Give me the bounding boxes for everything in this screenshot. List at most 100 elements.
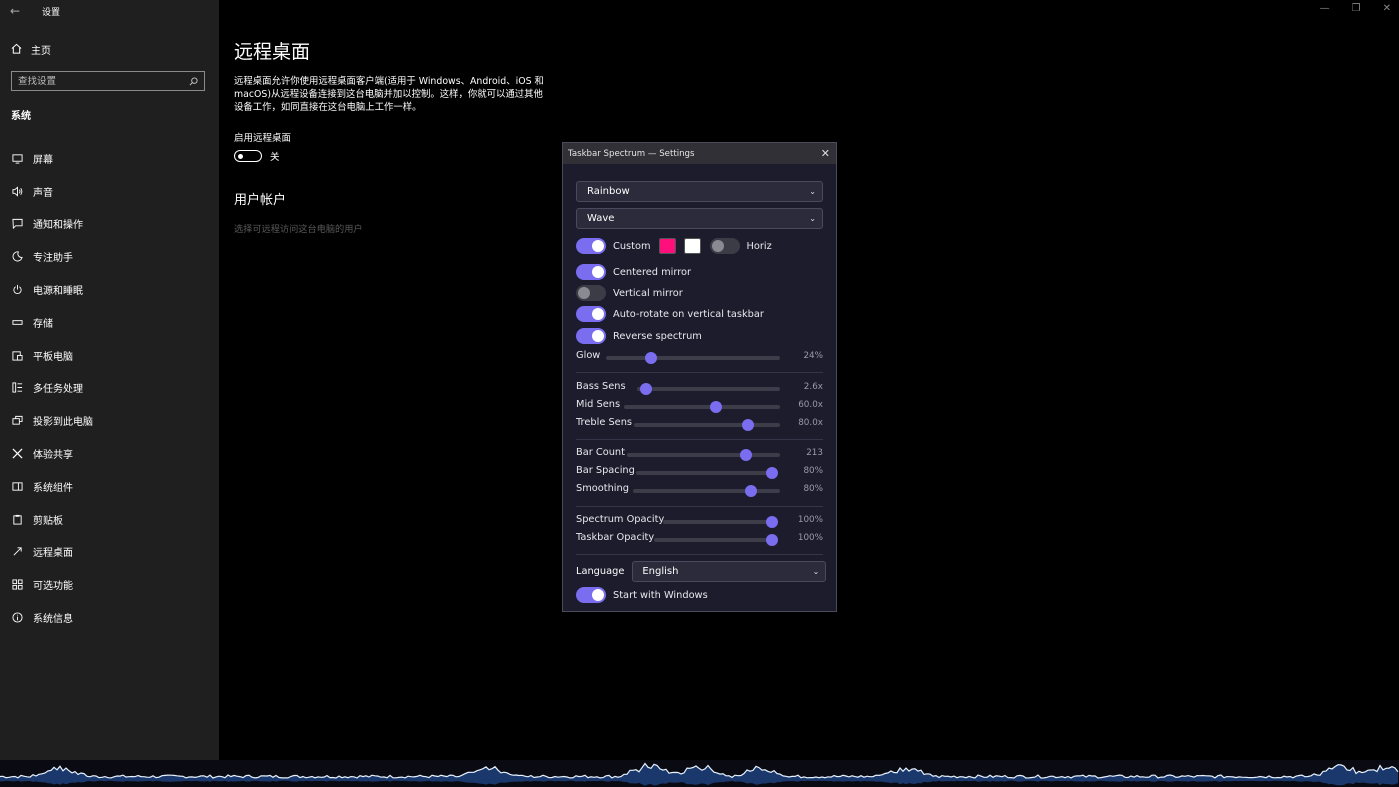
sidebar-item-clipboard[interactable]: 剪贴板 [0,503,219,536]
auto-rotate-toggle[interactable] [576,306,606,322]
slider-label: Treble Sens [576,417,633,428]
sidebar-item-components[interactable]: 系统组件 [0,470,219,503]
search-box[interactable] [11,71,205,91]
search-icon[interactable] [189,76,198,86]
restore-icon[interactable]: ❐ [1352,3,1361,14]
color-scheme-value: Rainbow [587,186,630,197]
window-controls: — ❐ ✕ [1320,3,1391,14]
slider-track[interactable] [663,516,778,528]
speaker-icon [11,185,23,197]
sidebar-item-label: 远程桌面 [33,548,73,560]
slider-track[interactable] [606,352,780,364]
slider-value: 24% [803,351,823,361]
sidebar-item-info[interactable]: 系统信息 [0,601,219,634]
slider-thumb[interactable] [639,383,652,395]
close-window-icon[interactable]: ✕ [1383,3,1391,14]
start-with-windows-toggle[interactable] [576,587,606,603]
slider-value: 80% [803,484,823,494]
slider-track[interactable] [636,467,778,479]
search-input[interactable] [18,75,178,87]
sidebar-item-label: 系统组件 [33,482,73,494]
sidebar-item-label: 可选功能 [33,581,73,593]
slider-track[interactable] [633,485,780,497]
home-nav-item[interactable]: 主页 [11,42,51,57]
sidebar-item-remote[interactable]: 远程桌面 [0,536,219,569]
language-row: Language English ⌄ [576,561,827,582]
slider-value: 100% [797,533,823,543]
enable-remote-label: 启用远程桌面 [234,133,292,144]
slider-track[interactable] [634,419,780,431]
sidebar-item-tablet[interactable]: 平板电脑 [0,339,219,372]
centered-mirror-label: Centered mirror [613,266,692,278]
monitor-icon [11,152,23,164]
section-label: 系统 [11,111,31,122]
accounts-title: 用户帐户 [234,193,287,208]
slider-track[interactable] [624,401,780,413]
slider-label: Glow [576,350,601,361]
style-select[interactable]: Wave ⌄ [576,208,823,229]
spectrum-settings-dialog: Taskbar Spectrum — Settings ✕ Rainbow ⌄ … [562,142,837,612]
slider-smoothing: Smoothing 80% [576,483,823,497]
chevron-down-icon: ⌄ [812,567,820,576]
vertical-mirror-toggle[interactable] [576,285,606,301]
reverse-spectrum-toggle[interactable] [576,328,606,344]
sidebar-item-power[interactable]: 电源和睡眠 [0,273,219,306]
notification-icon [11,218,23,230]
sidebar-item-label: 投影到此电脑 [33,417,93,429]
slider-thumb[interactable] [741,419,754,431]
minimize-icon[interactable]: — [1320,3,1330,14]
slider-label: Taskbar Opacity [576,532,655,543]
slider-thumb[interactable] [710,401,723,413]
back-arrow-icon[interactable]: ← [10,4,20,18]
style-value: Wave [587,213,615,224]
info-icon [11,612,23,624]
settings-sidebar: ← 设置 主页 系统 屏幕声音通知和操作专注助手电源和睡眠存储平板电脑多任务处理… [0,0,219,760]
accounts-link[interactable]: 选择可远程访问这台电脑的用户 [234,221,363,235]
slider-thumb[interactable] [740,449,753,461]
slider-thumb[interactable] [766,534,778,546]
slider-thumb[interactable] [645,352,658,364]
sidebar-item-label: 电源和睡眠 [33,286,83,298]
language-select[interactable]: English ⌄ [632,561,827,582]
clipboard-icon [11,513,23,525]
language-value: English [642,566,679,577]
sidebar-item-features[interactable]: 可选功能 [0,568,219,601]
custom-toggle[interactable] [576,238,606,254]
storage-icon [11,316,23,328]
slider-track[interactable] [627,449,780,461]
slider-track[interactable] [637,383,780,395]
slider-track[interactable] [654,534,778,546]
chevron-down-icon: ⌄ [809,214,816,223]
dialog-titlebar: Taskbar Spectrum — Settings ✕ [563,143,836,164]
sidebar-item-moon[interactable]: 专注助手 [0,240,219,273]
sidebar-item-multitask[interactable]: 多任务处理 [0,372,219,405]
app-title: 设置 [42,8,61,18]
slider-thumb[interactable] [766,467,778,479]
moon-icon [11,251,23,263]
enable-remote-toggle[interactable] [234,150,262,162]
sidebar-item-storage[interactable]: 存储 [0,306,219,339]
slider-value: 80.0x [798,418,823,428]
custom-row: Custom Horiz [576,238,772,254]
slider-label: Bar Count [576,447,625,458]
sidebar-item-label: 屏幕 [33,154,53,166]
sidebar-item-label: 通知和操作 [33,220,83,232]
slider-treble-sens: Treble Sens 80.0x [576,417,823,431]
close-icon[interactable]: ✕ [821,148,830,159]
custom-color-1-swatch[interactable] [658,238,676,254]
sidebar-item-speaker[interactable]: 声音 [0,175,219,208]
color-scheme-select[interactable]: Rainbow ⌄ [576,181,823,202]
sidebar-item-notification[interactable]: 通知和操作 [0,208,219,241]
slider-label: Bar Spacing [576,465,635,476]
slider-thumb[interactable] [766,516,778,528]
sidebar-item-monitor[interactable]: 屏幕 [0,142,219,175]
custom-color-2-swatch[interactable] [683,238,701,254]
reverse-spectrum-label: Reverse spectrum [613,330,702,342]
sidebar-item-project[interactable]: 投影到此电脑 [0,404,219,437]
divider [576,506,823,507]
centered-mirror-toggle[interactable] [576,264,606,280]
slider-thumb[interactable] [744,485,757,497]
sidebar-item-share[interactable]: 体验共享 [0,437,219,470]
horiz-toggle[interactable] [709,238,740,254]
slider-label: Smoothing [576,483,629,494]
